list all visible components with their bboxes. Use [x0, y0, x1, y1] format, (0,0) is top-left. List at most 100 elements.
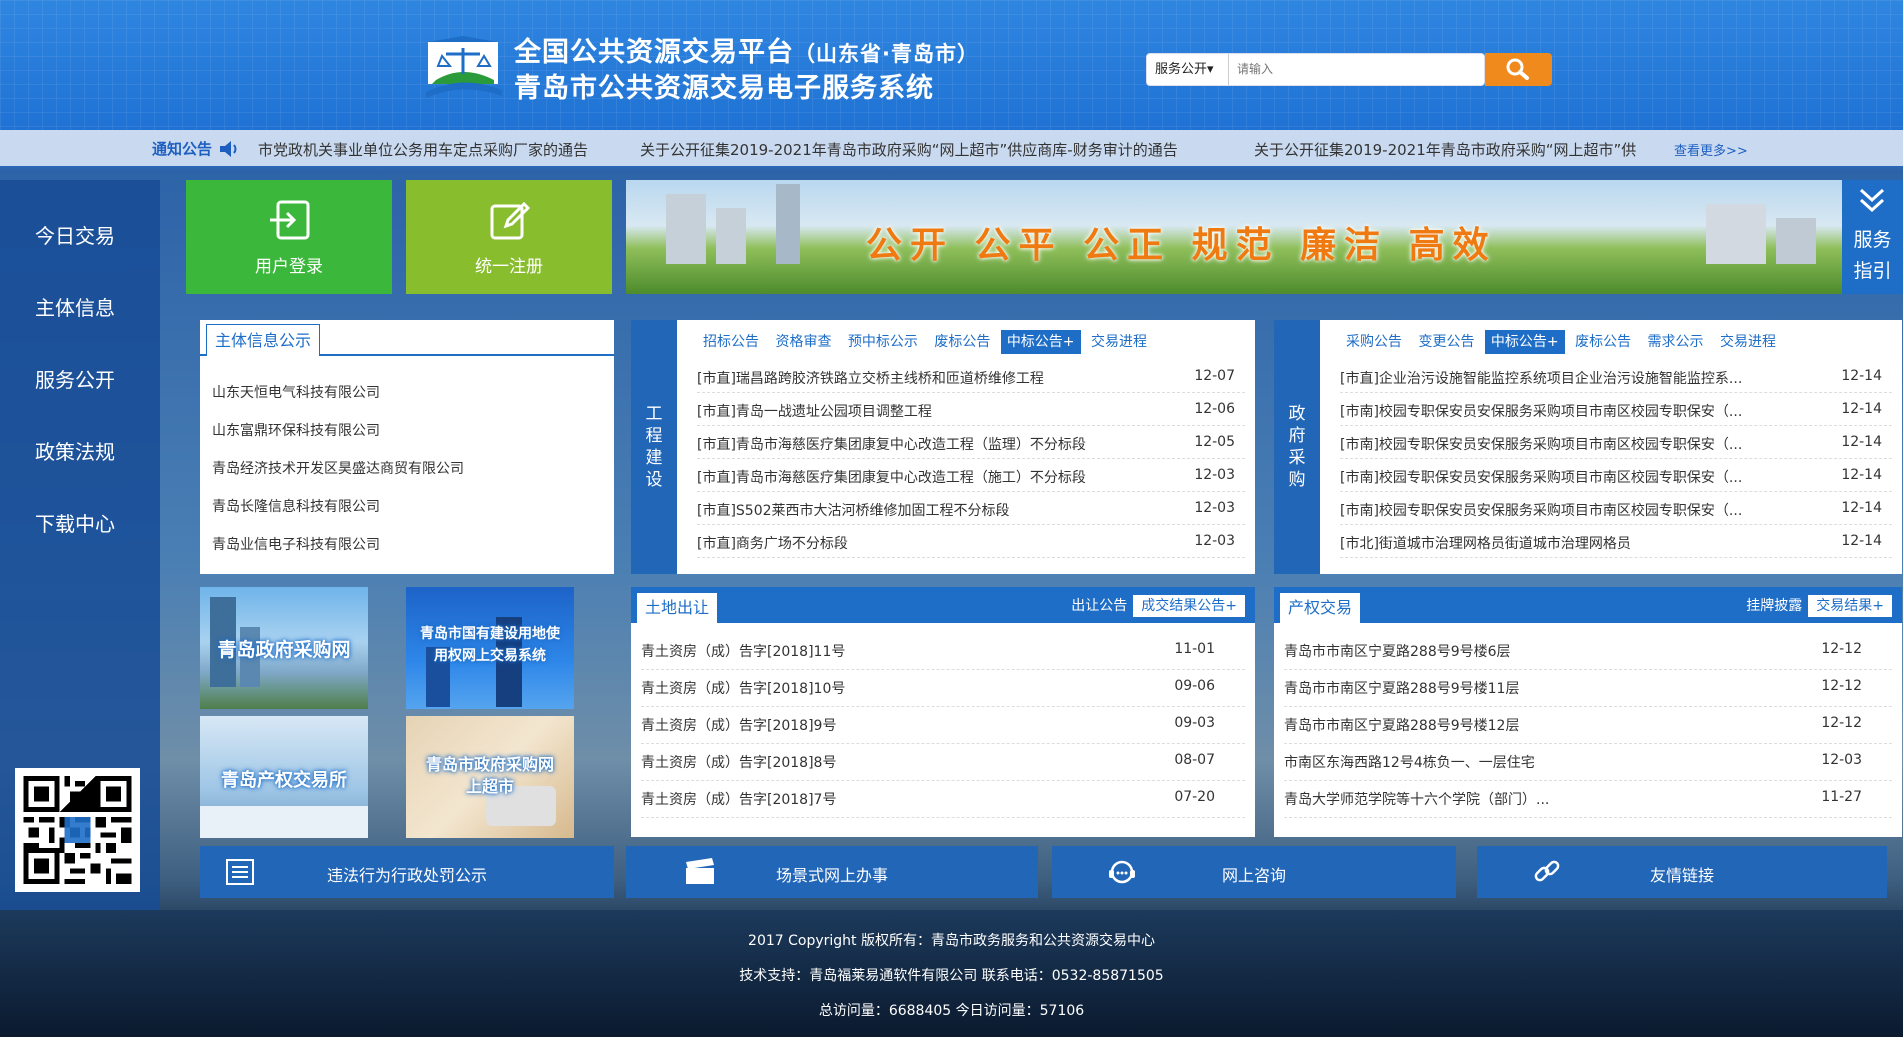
table-row[interactable]: 青岛大学师范学院等十六个学院（部门）... 11-27 [1284, 781, 1892, 818]
row-title: 青土资房（成）告字[2018]9号 [641, 718, 837, 734]
row-date: 12-03 [1821, 752, 1862, 768]
platform-land-use[interactable]: 青岛市国有建设用地使用权网上交易系统 [406, 587, 574, 709]
table-row[interactable]: [市直]企业治污设施智能监控系统项目企业治污设施智能监控系... 12-14 [1340, 360, 1892, 393]
online-consult-button[interactable]: 网上咨询 [1052, 846, 1456, 898]
table-row[interactable]: [市南]校园专职保安员安保服务采购项目市南区校园专职保安（... 12-14 [1340, 459, 1892, 492]
register-tile[interactable]: 统一注册 [406, 180, 612, 294]
table-row[interactable]: [市北]街道城市治理网格员街道城市治理网格员 12-14 [1340, 525, 1892, 558]
row-title: [市直]瑞昌路跨胶济铁路立交桥主线桥和匝道桥维修工程 [697, 371, 1044, 387]
nav-item-policy[interactable]: 政策法规 [0, 436, 150, 465]
row-title: [市北]街道城市治理网格员街道城市治理网格员 [1340, 536, 1631, 552]
platform-online-supermarket[interactable]: 青岛市政府采购网上超市 [406, 716, 574, 838]
table-row[interactable]: 青土资房（成）告字[2018]11号 11-01 [641, 633, 1245, 670]
tab-bid-notice[interactable]: 招标公告 [697, 330, 765, 354]
subject-info-title: 主体信息公示 [206, 324, 321, 356]
row-title: [市南]校园专职保安员安保服务采购项目市南区校园专职保安（... [1340, 437, 1743, 453]
table-row[interactable]: 青土资房（成）告字[2018]7号 07-20 [641, 781, 1245, 818]
procurement-tabs: 采购公告 变更公告 中标公告+ 废标公告 需求公示 交易进程 [1340, 330, 1782, 354]
tab-purchase-notice[interactable]: 采购公告 [1340, 330, 1408, 354]
table-row[interactable]: 青土资房（成）告字[2018]9号 09-03 [641, 707, 1245, 744]
table-row[interactable]: 青土资房（成）告字[2018]10号 09-06 [641, 670, 1245, 707]
table-row[interactable]: 市南区东海西路12号4栋负一、一层住宅 12-03 [1284, 744, 1892, 781]
table-row[interactable]: [市直]瑞昌路跨胶济铁路立交桥主线桥和匝道桥维修工程 12-07 [697, 360, 1245, 393]
nav-item-subject-info[interactable]: 主体信息 [0, 292, 150, 321]
service-guide-line2: 指引 [1853, 260, 1892, 282]
row-title: [市直]青岛一战遗址公园项目调整工程 [697, 404, 932, 420]
platform-gov-procurement[interactable]: 青岛政府采购网 [200, 587, 368, 709]
procurement-panel: 政 府 采 购 采购公告 变更公告 中标公告+ 废标公告 需求公示 交易进程 [… [1274, 320, 1902, 574]
notice-item[interactable]: 关于公开征集2019-2021年青岛市政府采购“网上超市”供应商库-财务审计的通… [640, 139, 1178, 160]
platform-label: 青岛市国有建设用地使用权网上交易系统 [420, 626, 560, 664]
row-date: 12-12 [1821, 678, 1862, 694]
row-date: 08-07 [1174, 752, 1215, 768]
tab-void-bid[interactable]: 废标公告 [928, 330, 996, 354]
search-button[interactable] [1485, 53, 1552, 86]
row-title: 青土资房（成）告字[2018]10号 [641, 681, 846, 697]
tab-pre-award[interactable]: 预中标公示 [842, 330, 924, 354]
nav-item-service-public[interactable]: 服务公开 [0, 364, 150, 393]
service-guide-button[interactable]: 服务 指引 [1842, 180, 1903, 294]
engineering-tabs: 招标公告 资格审查 预中标公示 废标公告 中标公告+ 交易进程 [697, 330, 1153, 354]
table-row[interactable]: 青土资房（成）告字[2018]8号 08-07 [641, 744, 1245, 781]
row-title: [市直]青岛市海慈医疗集团康复中心改造工程（施工）不分标段 [697, 470, 1086, 486]
subject-item[interactable]: 山东天恒电气科技有限公司 [212, 374, 464, 412]
scenario-online-service-button[interactable]: 场景式网上办事 [626, 846, 1038, 898]
row-date: 12-14 [1841, 500, 1882, 516]
tab-demand[interactable]: 需求公示 [1642, 330, 1710, 354]
tab-progress[interactable]: 交易进程 [1085, 330, 1153, 354]
tab-deal-result[interactable]: 成交结果公告+ [1133, 595, 1245, 617]
tab-change-notice[interactable]: 变更公告 [1412, 330, 1480, 354]
tab-qualification[interactable]: 资格审查 [769, 330, 837, 354]
penalty-disclosure-button[interactable]: 违法行为行政处罚公示 [200, 846, 614, 898]
table-row[interactable]: 青岛市市南区宁夏路288号9号楼6层 12-12 [1284, 633, 1892, 670]
tab-trade-result[interactable]: 交易结果+ [1808, 595, 1892, 617]
row-date: 12-14 [1841, 467, 1882, 483]
platform-property-exchange[interactable]: 青岛产权交易所 [200, 716, 368, 838]
tab-void-bid[interactable]: 废标公告 [1569, 330, 1637, 354]
tab-transfer-notice[interactable]: 出让公告 [1071, 598, 1127, 614]
notice-more-link[interactable]: 查看更多>> [1674, 140, 1748, 159]
engineering-side-label: 工 程 建 设 [631, 320, 677, 574]
nav-item-download[interactable]: 下载中心 [0, 508, 150, 537]
platform-logo-icon[interactable] [422, 34, 504, 100]
qr-code [15, 768, 140, 892]
property-trade-header: 产权交易 挂牌披露 交易结果+ [1274, 587, 1902, 623]
table-row[interactable]: 青岛市市南区宁夏路288号9号楼11层 12-12 [1284, 670, 1892, 707]
search-input[interactable] [1231, 54, 1431, 85]
notice-item[interactable]: 关于公开征集2019-2021年青岛市政府采购“网上超市”供 [1254, 139, 1668, 160]
row-date: 09-06 [1174, 678, 1215, 694]
scenario-online-service-label: 场景式网上办事 [775, 866, 888, 885]
tab-progress[interactable]: 交易进程 [1714, 330, 1782, 354]
side-char: 程 [645, 426, 663, 446]
table-row[interactable]: [市南]校园专职保安员安保服务采购项目市南区校园专职保安（... 12-14 [1340, 492, 1892, 525]
tab-award-notice[interactable]: 中标公告+ [1000, 330, 1081, 354]
table-row[interactable]: [市直]商务广场不分标段 12-03 [697, 525, 1245, 558]
table-row[interactable]: [市南]校园专职保安员安保服务采购项目市南区校园专职保安（... 12-14 [1340, 426, 1892, 459]
user-login-tile[interactable]: 用户登录 [186, 180, 392, 294]
search-category-select[interactable]: 服务公开▾ [1147, 54, 1229, 85]
side-char: 建 [645, 448, 663, 468]
row-date: 12-06 [1194, 401, 1235, 417]
table-row[interactable]: [市直]青岛一战遗址公园项目调整工程 12-06 [697, 393, 1245, 426]
subject-item[interactable]: 青岛业信电子科技有限公司 [212, 526, 464, 564]
subject-item[interactable]: 青岛经济技术开发区昊盛达商贸有限公司 [212, 450, 464, 488]
table-row[interactable]: 青岛市市南区宁夏路288号9号楼12层 12-12 [1284, 707, 1892, 744]
nav-item-today-trade[interactable]: 今日交易 [0, 220, 150, 249]
row-title: [市南]校园专职保安员安保服务采购项目市南区校园专职保安（... [1340, 503, 1743, 519]
table-row[interactable]: [市直]青岛市海慈医疗集团康复中心改造工程（施工）不分标段 12-03 [697, 459, 1245, 492]
tab-award-notice[interactable]: 中标公告+ [1484, 330, 1565, 354]
subject-item[interactable]: 山东富鼎环保科技有限公司 [212, 412, 464, 450]
row-title: 青岛市市南区宁夏路288号9号楼11层 [1284, 681, 1520, 697]
table-row[interactable]: [市南]校园专职保安员安保服务采购项目市南区校园专职保安（... 12-14 [1340, 393, 1892, 426]
table-row[interactable]: [市直]S502莱西市大沽河桥维修加固工程不分标段 12-03 [697, 492, 1245, 525]
subject-item[interactable]: 青岛长隆信息科技有限公司 [212, 488, 464, 526]
notice-item[interactable]: 市党政机关事业单位公务用车定点采购厂家的通告 [258, 139, 588, 160]
double-chevron-down-icon [1859, 188, 1885, 213]
subject-info-panel: 主体信息公示 山东天恒电气科技有限公司 山东富鼎环保科技有限公司 青岛经济技术开… [200, 320, 614, 574]
friendly-links-button[interactable]: 友情链接 [1477, 846, 1887, 898]
row-title: [市直]青岛市海慈医疗集团康复中心改造工程（监理）不分标段 [697, 437, 1086, 453]
table-row[interactable]: [市直]青岛市海慈医疗集团康复中心改造工程（监理）不分标段 12-05 [697, 426, 1245, 459]
row-date: 12-12 [1821, 715, 1862, 731]
search-box: 服务公开▾ [1146, 53, 1485, 86]
tab-listing[interactable]: 挂牌披露 [1746, 598, 1802, 614]
